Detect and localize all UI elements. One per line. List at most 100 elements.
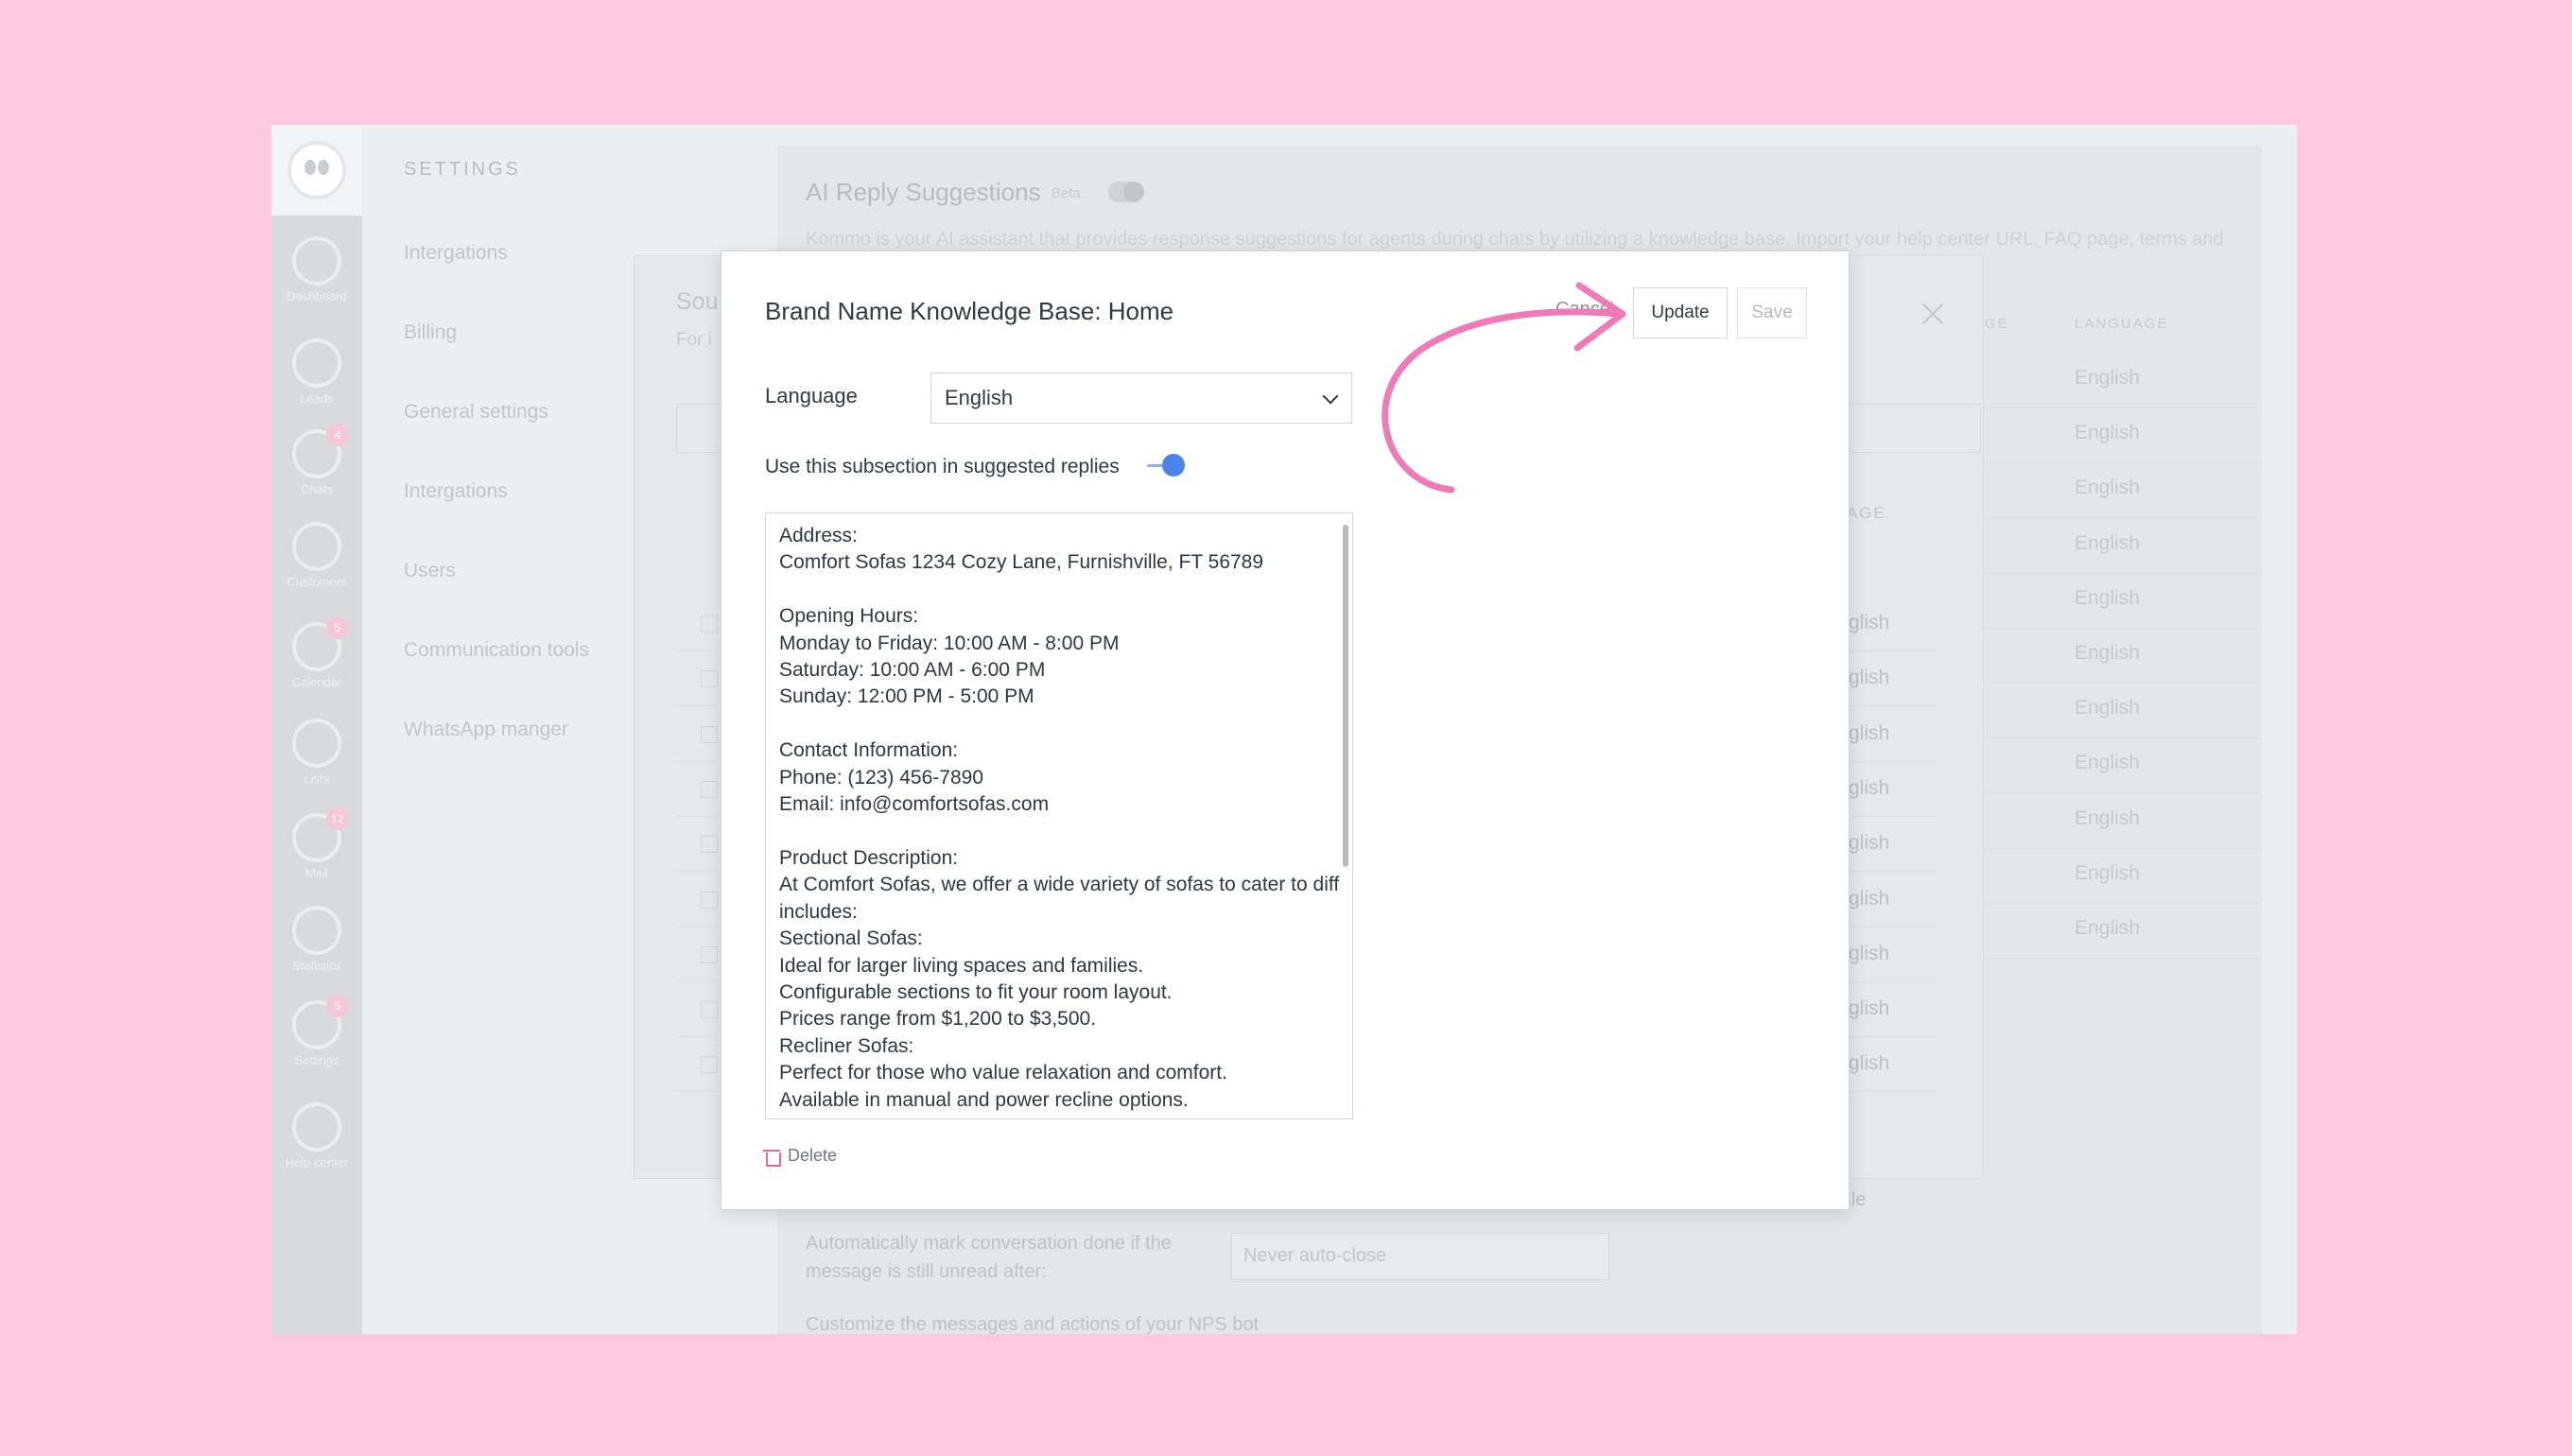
nav-label: Customers [287,575,347,589]
update-button[interactable]: Update [1633,287,1728,338]
table-row[interactable]: 1English [1950,738,2262,794]
submenu-item[interactable]: Billing [404,321,457,344]
lists-icon [292,719,341,768]
save-button[interactable]: Save [1737,287,1807,338]
row-language: glish [1849,1052,1890,1075]
nav-badge: 5 [326,616,349,639]
submenu-item[interactable]: WhatsApp manger [404,719,568,741]
language-label: Language [765,384,858,407]
delete-button[interactable]: Delete [763,1146,838,1167]
nav-label: Dashboard [287,289,347,303]
content-textarea[interactable]: Address: Comfort Sofas 1234 Cozy Lane, F… [765,512,1353,1119]
nav-item-chats[interactable]: 4 Chats [271,424,362,496]
submenu-item[interactable]: Intergations [404,480,508,503]
sources-modal-subtitle: For i [676,330,712,350]
language-select[interactable]: English [930,373,1352,424]
row-checkbox[interactable] [701,1056,718,1074]
nav-label: Calendar [291,675,342,689]
app-logo[interactable] [271,125,362,216]
chevron-down-icon [1322,388,1339,405]
row-checkbox[interactable] [701,615,718,633]
submenu-item[interactable]: Users [404,560,456,582]
language-select-value: English [945,386,1014,409]
nav-badge: 12 [326,807,349,830]
trash-icon [763,1148,781,1167]
language-cell: English [2075,477,2140,499]
annotation-arrow-icon [1382,282,1626,494]
row-language: glish [1849,721,1890,744]
table-row[interactable]: 20English [1950,354,2262,408]
statistics-icon [292,906,341,955]
table-row[interactable]: 10English [1950,408,2262,464]
row-language: glish [1849,942,1890,964]
table-row[interactable]: 12English [1950,463,2262,519]
language-cell: English [2075,806,2140,829]
nav-label: Mail [305,866,328,880]
knowledge-base-edit-modal: Brand Name Knowledge Base: Home Cancel U… [721,251,1850,1210]
subsection-toggle-label: Use this subsection in suggested replies [765,456,1120,477]
submenu-item[interactable]: General settings [404,401,548,424]
row-language: glish [1849,612,1890,633]
nav-item-leads[interactable]: Leads [271,338,362,406]
left-nav: Dashboard Leads 4 Chats Customers 5 Calendar Li… [271,125,362,1334]
autoclose-label: Automatically mark conversation done if … [806,1233,1172,1282]
row-language: glish [1849,887,1890,910]
table-row[interactable]: 1English [1950,904,2262,959]
nav-item-settings[interactable]: 5 Settings [271,995,362,1067]
nav-label: Settings [294,1053,339,1067]
nav-label: Lists [304,771,330,786]
table-row[interactable]: 0English [1950,574,2262,629]
nav-item-customers[interactable]: Customers [271,522,362,589]
language-cell: English [2075,642,2140,664]
autoclose-select[interactable]: Never auto-close [1231,1233,1609,1280]
nav-label: Statistics [291,959,341,973]
language-cell: English [2075,917,2140,939]
subsection-toggle[interactable] [1147,454,1189,477]
row-language: glish [1849,776,1890,799]
submenu-item[interactable]: Intergations [404,242,508,265]
nav-item-dashboard[interactable]: Dashboard [271,236,362,303]
language-cell: English [2075,367,2140,389]
nav-item-statistics[interactable]: Statistics [271,906,362,973]
table-row[interactable]: 0English [1950,684,2262,739]
submenu-item[interactable]: Communication tools [404,639,589,662]
settings-title: SETTINGS [404,159,522,180]
row-language: glish [1849,667,1890,689]
language-cell: English [2075,531,2140,554]
nav-badge: 4 [326,424,349,446]
modal-title: Brand Name Knowledge Base: Home [765,297,1174,325]
dashboard-icon [292,236,341,286]
nav-item-mail[interactable]: 12 Mail [271,807,362,880]
nav-item-calendar[interactable]: 5 Calendar [271,616,362,689]
nav-item-help-center[interactable]: Help center [271,1102,362,1170]
ai-reply-heading: AI Reply Suggestions [806,178,1041,206]
language-cell: English [2075,861,2140,884]
row-language: glish [1849,997,1890,1020]
row-checkbox[interactable] [701,670,718,688]
table-row[interactable]: 0English [1950,519,2262,574]
customize-nps-text: Customize the messages and actions of yo… [806,1314,1260,1334]
beta-badge: Beta [1051,185,1081,201]
table-row[interactable]: 1English [1950,849,2262,904]
row-checkbox[interactable] [701,725,718,743]
table-row[interactable]: 1English [1950,794,2262,849]
close-icon[interactable] [1920,302,1945,326]
content-scrollbar[interactable] [1343,525,1348,867]
delete-label: Delete [788,1146,838,1165]
language-cell: English [2075,586,2140,609]
row-checkbox[interactable] [701,945,718,963]
nav-label: Help center [285,1155,349,1170]
row-checkbox[interactable] [701,780,718,798]
content-text: Address: Comfort Sofas 1234 Cozy Lane, F… [779,525,1340,1111]
nav-item-lists[interactable]: Lists [271,719,362,786]
toggle-knob [1162,454,1185,477]
help-icon [292,1102,341,1152]
language-cell: English [2075,697,2140,719]
row-checkbox[interactable] [701,891,718,909]
row-checkbox[interactable] [701,836,718,854]
table-row[interactable]: 0English [1950,629,2262,684]
customers-icon [292,522,341,571]
row-checkbox[interactable] [701,1001,718,1019]
ai-reply-toggle[interactable] [1108,182,1144,202]
row-language: glish [1849,832,1890,855]
